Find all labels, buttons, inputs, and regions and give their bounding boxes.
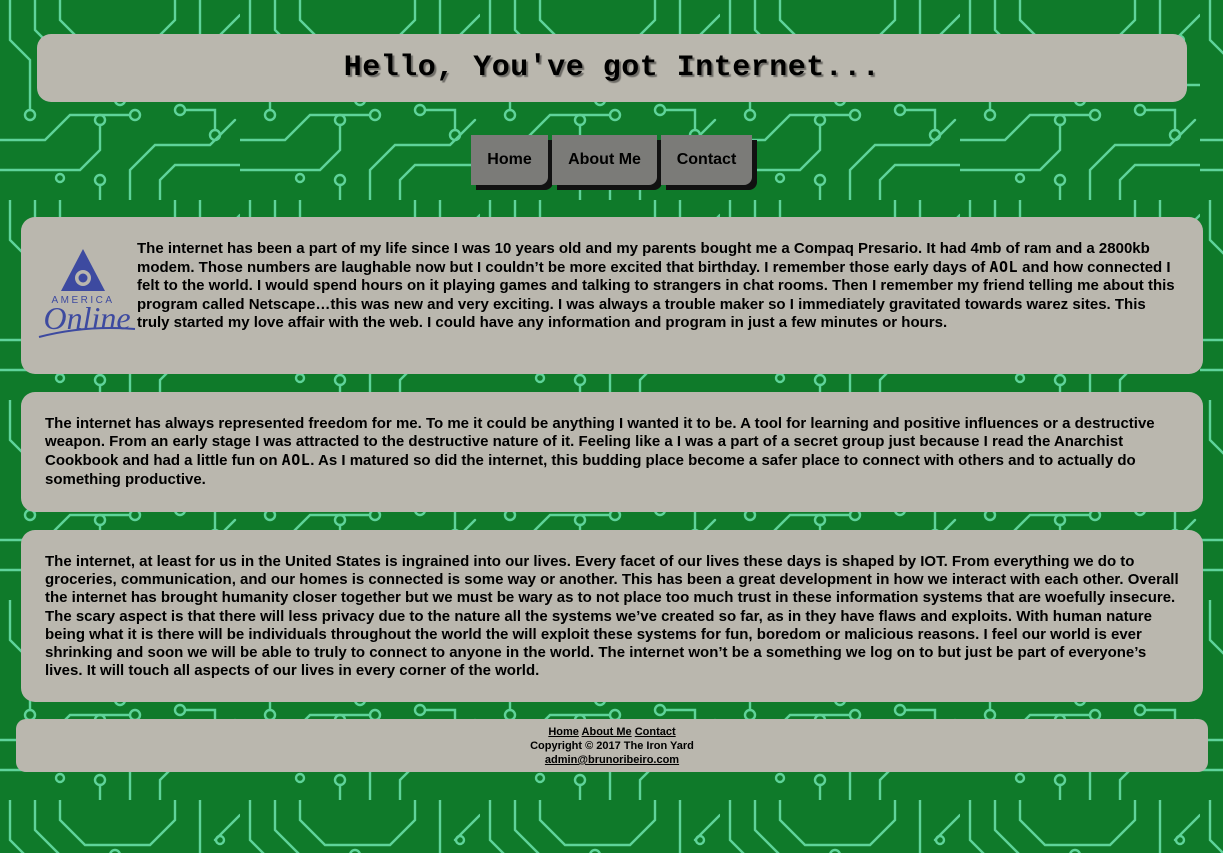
intro-paragraph: The internet has been a part of my life … [137,240,1177,332]
footer-link-about[interactable]: About Me [582,726,632,738]
aol-mention: AOL [989,258,1019,277]
main-nav: Home About Me Contact [471,135,756,185]
freedom-paragraph: The internet has always represented free… [45,415,1187,489]
nav-about-button[interactable]: About Me [552,135,657,185]
future-paragraph: The internet, at least for us in the Uni… [45,553,1179,680]
footer-link-home[interactable]: Home [548,726,579,738]
future-section: The internet, at least for us in the Uni… [21,530,1203,702]
nav-contact-button[interactable]: Contact [661,135,752,185]
nav-home-button[interactable]: Home [471,135,548,185]
footer-links: Home About Me Contact [16,725,1208,739]
aol-mention: AOL [281,451,311,470]
intro-section: AMERICA Online The internet has been a p… [21,217,1203,374]
logo-line2: Online [43,300,130,336]
aol-logo-icon: AMERICA Online [38,249,136,338]
freedom-section: The internet has always represented free… [21,392,1203,512]
site-title: Hello, You've got Internet... [343,51,881,85]
site-header: Hello, You've got Internet... [37,34,1187,102]
footer-email-link[interactable]: admin@brunoribeiro.com [545,754,679,766]
footer-copyright: Copyright © 2017 The Iron Yard [530,740,694,752]
footer-link-contact[interactable]: Contact [635,726,676,738]
site-footer: Home About Me Contact Copyright © 2017 T… [16,719,1208,772]
